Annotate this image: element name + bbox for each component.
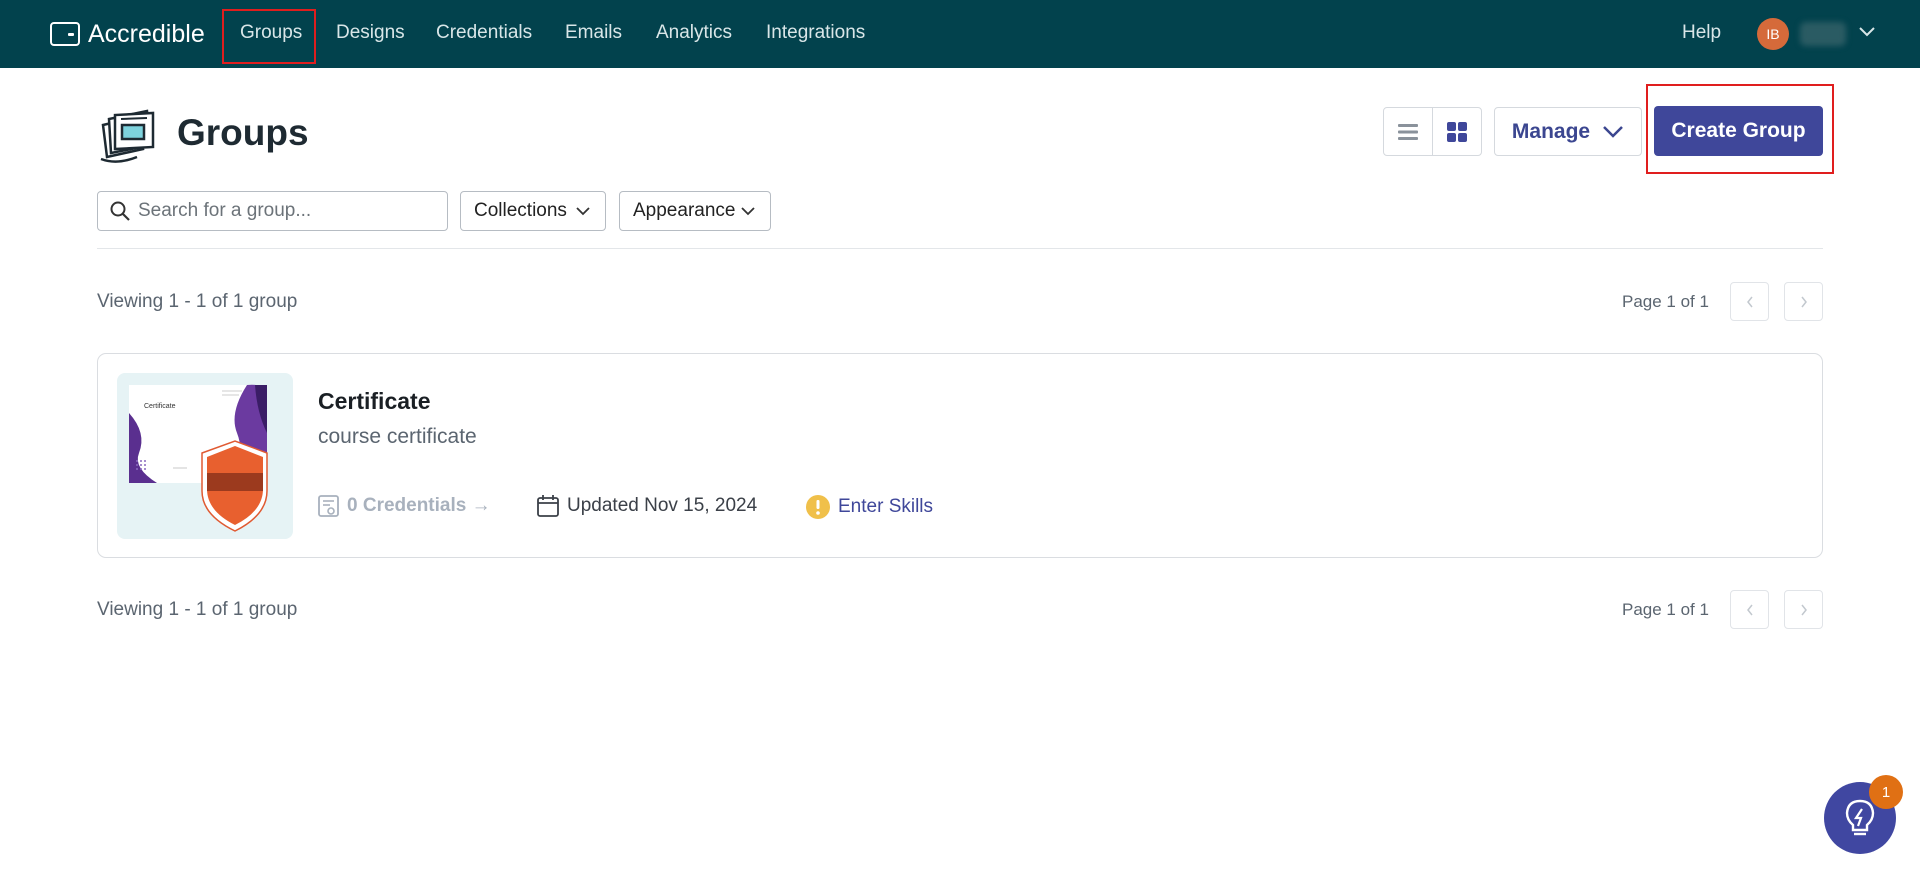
group-thumbnail[interactable]: Certificate — [117, 373, 293, 539]
chevron-right-icon — [1800, 604, 1807, 615]
certificate-thumbnail-image: Certificate — [129, 384, 268, 532]
prev-page-button-bottom[interactable] — [1730, 590, 1769, 629]
chevron-down-icon — [576, 207, 590, 216]
page-indicator-top: Page 1 of 1 — [1622, 292, 1709, 311]
prev-page-button-top[interactable] — [1730, 282, 1769, 321]
collections-label: Collections — [474, 200, 567, 221]
appearance-dropdown[interactable]: Appearance — [619, 191, 771, 231]
search-icon — [110, 201, 130, 221]
nav-item-analytics[interactable]: Analytics — [656, 22, 732, 44]
list-view-icon — [1398, 123, 1418, 140]
chevron-left-icon — [1746, 604, 1753, 615]
groups-page-icon — [100, 109, 155, 163]
chevron-down-icon[interactable] — [1856, 22, 1878, 42]
chevron-down-icon — [1603, 125, 1623, 138]
list-view-button[interactable] — [1384, 108, 1432, 155]
top-navigation-bar: Accredible Groups Designs Credentials Em… — [0, 0, 1920, 68]
collections-dropdown[interactable]: Collections — [460, 191, 606, 231]
chevron-right-icon — [1800, 296, 1807, 307]
calendar-icon — [537, 495, 559, 517]
appearance-label: Appearance — [633, 200, 736, 221]
viewing-count-top: Viewing 1 - 1 of 1 group — [97, 291, 298, 312]
grid-view-icon — [1447, 121, 1467, 142]
logo-text: Accredible — [88, 19, 205, 48]
create-group-button[interactable]: Create Group — [1654, 106, 1823, 156]
nav-item-designs[interactable]: Designs — [336, 22, 405, 44]
updated-date: Updated Nov 15, 2024 — [536, 494, 757, 518]
next-page-button-bottom[interactable] — [1784, 590, 1823, 629]
search-input[interactable] — [138, 200, 428, 222]
viewing-count-bottom: Viewing 1 - 1 of 1 group — [97, 599, 298, 620]
nav-item-credentials[interactable]: Credentials — [436, 22, 532, 44]
username-redacted[interactable] — [1800, 22, 1846, 46]
warning-icon — [806, 495, 830, 519]
thumbnail-title: Certificate — [144, 403, 176, 410]
updated-text: Updated Nov 15, 2024 — [567, 495, 758, 516]
filter-divider — [97, 248, 1823, 249]
view-toggle — [1383, 107, 1482, 156]
certificate-icon — [318, 495, 339, 517]
page-indicator-bottom: Page 1 of 1 — [1622, 600, 1709, 619]
nav-item-groups[interactable]: Groups — [240, 22, 302, 44]
nav-item-emails[interactable]: Emails — [565, 22, 622, 44]
grid-view-button[interactable] — [1432, 108, 1481, 155]
manage-dropdown-button[interactable]: Manage — [1494, 107, 1642, 156]
nav-item-integrations[interactable]: Integrations — [766, 22, 865, 44]
user-avatar[interactable]: IB — [1757, 18, 1789, 50]
enter-skills-link[interactable]: Enter Skills — [805, 494, 933, 520]
next-page-button-top[interactable] — [1784, 282, 1823, 321]
manage-label: Manage — [1511, 119, 1591, 143]
group-description: course certificate — [318, 425, 477, 448]
enter-skills-label: Enter Skills — [838, 496, 934, 517]
help-link[interactable]: Help — [1682, 22, 1721, 44]
credentials-link[interactable]: 0 Credentials → — [318, 494, 491, 518]
search-box[interactable] — [97, 191, 448, 231]
chevron-down-icon — [741, 207, 755, 216]
logo-icon — [50, 22, 80, 46]
notification-badge: 1 — [1869, 775, 1903, 809]
group-name[interactable]: Certificate — [318, 388, 430, 415]
credentials-count: 0 Credentials → — [347, 495, 491, 516]
accredible-logo[interactable]: Accredible — [50, 18, 205, 50]
page-title: Groups — [177, 112, 309, 153]
chevron-left-icon — [1746, 296, 1753, 307]
group-card[interactable]: Certificate Certificate course certifica… — [97, 353, 1823, 558]
